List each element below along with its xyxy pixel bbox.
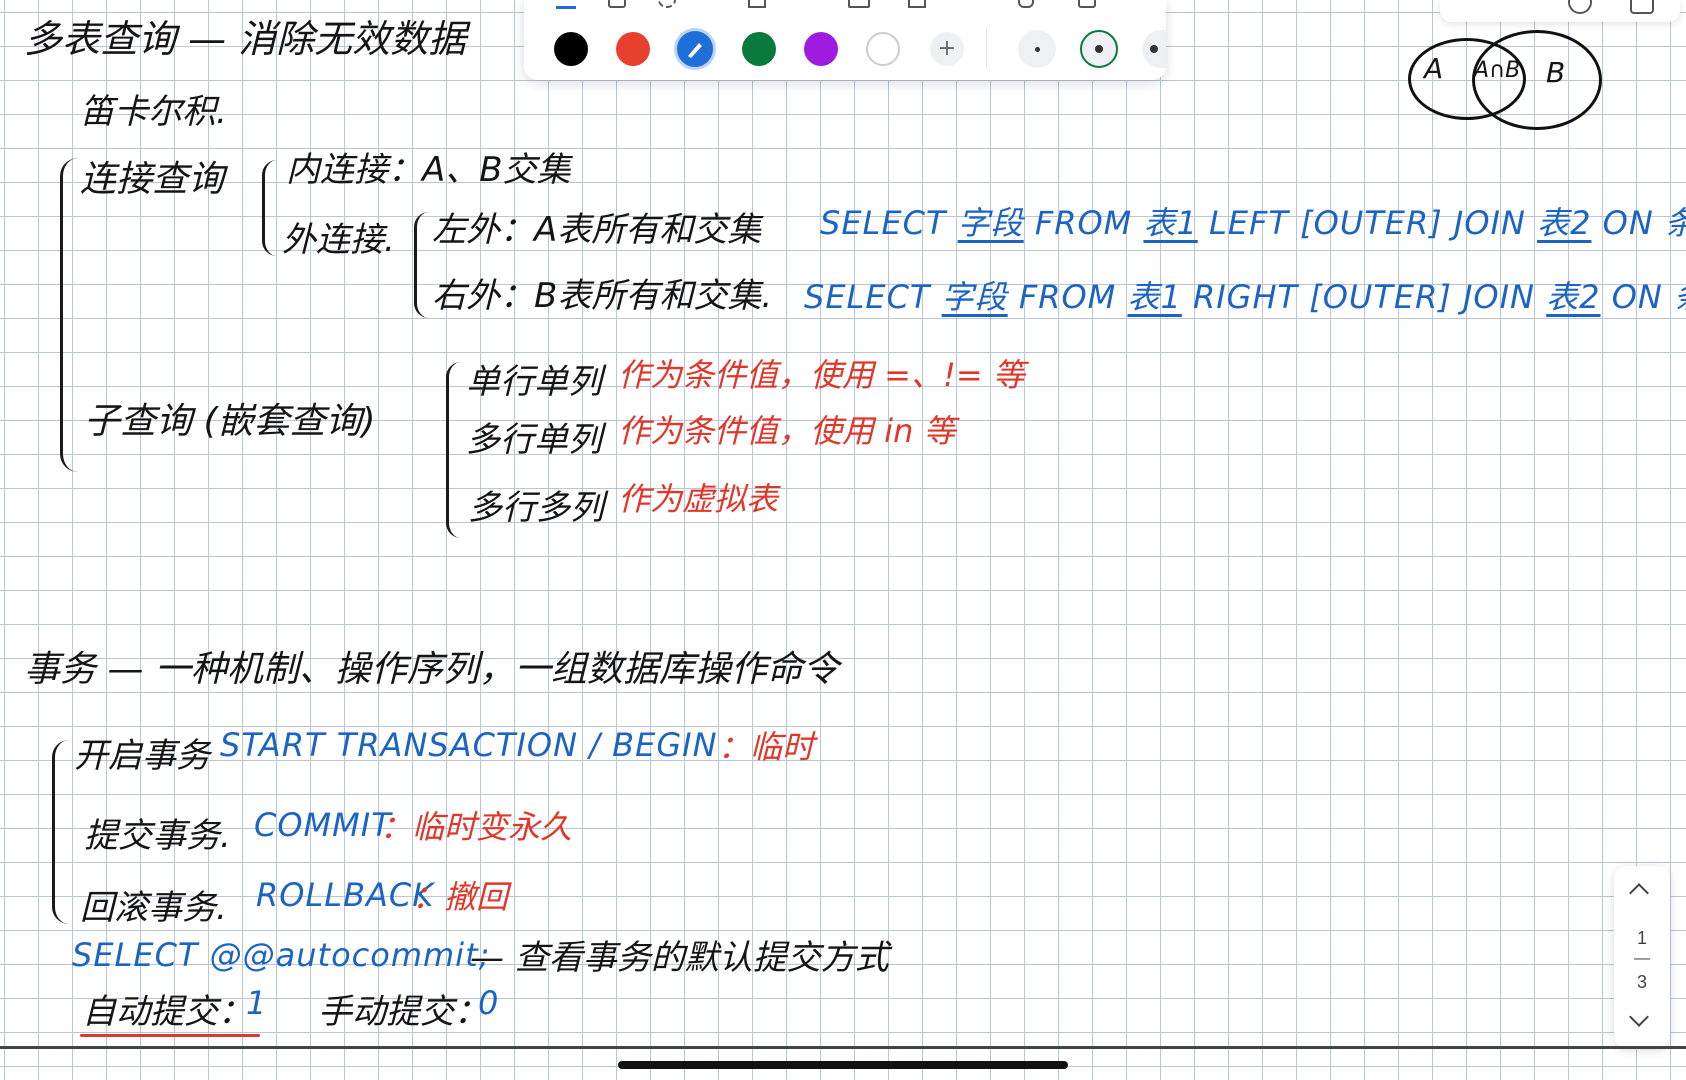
rollback-red: ：撤回 bbox=[412, 878, 509, 916]
start-tx-note: 开启事务 bbox=[74, 736, 210, 776]
shape-tool-icon[interactable] bbox=[748, 0, 766, 8]
start-tx-sql: START TRANSACTION / BEGIN bbox=[220, 726, 718, 764]
join-query-note: 连接查询 bbox=[80, 159, 225, 200]
auto-commit-label: 自动提交： bbox=[82, 992, 252, 1032]
sql-left-field: 字段 bbox=[957, 204, 1024, 242]
rollback-sql: ROLLBACK bbox=[256, 876, 435, 914]
venn-label-a: A bbox=[1424, 52, 1444, 85]
lasso-tool-icon[interactable] bbox=[658, 0, 676, 8]
home-indicator[interactable] bbox=[618, 1061, 1068, 1069]
color-black-swatch[interactable] bbox=[554, 32, 588, 66]
close-icon[interactable] bbox=[1630, 0, 1654, 14]
sql-right-select: SELECT bbox=[804, 278, 931, 316]
thick-stroke-button[interactable] bbox=[1142, 30, 1166, 68]
thin-stroke-button[interactable] bbox=[1018, 30, 1056, 68]
commit-sql: COMMIT bbox=[254, 806, 392, 844]
commit-tx-note: 提交事务. bbox=[84, 816, 231, 856]
sub-multicol-note: 多行多列 bbox=[468, 488, 604, 528]
sql-right-join-kw: RIGHT [OUTER] JOIN bbox=[1192, 278, 1535, 316]
add-color-button[interactable]: + bbox=[930, 32, 964, 66]
outer-brace bbox=[414, 212, 429, 318]
inner-join-note: 内连接：A、B交集 bbox=[286, 150, 571, 190]
pen-icon bbox=[688, 43, 702, 58]
color-green-swatch[interactable] bbox=[742, 32, 776, 66]
text-tool-icon[interactable] bbox=[908, 0, 926, 8]
pen-toolbar: + bbox=[524, 0, 1166, 80]
thin-stroke-dot bbox=[1034, 46, 1040, 52]
page-navigator: 1 — 3 bbox=[1614, 866, 1670, 1048]
sub-single-note: 单行单列 bbox=[466, 362, 602, 402]
eraser-tool-icon[interactable] bbox=[608, 0, 626, 8]
color-red-swatch[interactable] bbox=[616, 32, 650, 66]
sql-left-on: ON 条件 bbox=[1602, 204, 1686, 242]
sql-right-join: SELECT 字段 FROM 表1 RIGHT [OUTER] JOIN 表2 … bbox=[804, 272, 1686, 318]
title-note: 多表查询 — 消除无效数据 bbox=[24, 17, 467, 61]
auto-commit-value: 1 bbox=[246, 984, 268, 1022]
sub-single-red: 作为条件值，使用 =、!= 等 bbox=[618, 356, 1025, 394]
sub-multi-red: 作为条件值，使用 in 等 bbox=[618, 412, 956, 450]
sql-left-select: SELECT bbox=[820, 204, 947, 242]
sql-right-on: ON 条件 bbox=[1611, 278, 1686, 316]
start-tx-red: ：临时 bbox=[718, 728, 815, 766]
sql-right-t2: 表2 bbox=[1546, 278, 1601, 316]
color-blue-swatch-selected[interactable] bbox=[674, 28, 716, 70]
venn-label-ab: A∩B bbox=[1474, 58, 1521, 83]
toolbar-divider bbox=[986, 28, 987, 68]
image-tool-icon[interactable] bbox=[848, 0, 870, 8]
top-right-controls bbox=[1440, 0, 1680, 22]
toolbar-top-tools bbox=[548, 0, 1108, 9]
auto-commit-underline bbox=[80, 1034, 260, 1037]
page-bottom-divider bbox=[0, 1046, 1686, 1049]
autocommit-note: — 查看事务的默认提交方式 bbox=[470, 938, 889, 978]
current-page: 1 bbox=[1636, 928, 1647, 948]
total-pages: 3 bbox=[1636, 972, 1647, 992]
undo-icon[interactable] bbox=[1568, 0, 1592, 14]
sub-multicol-red: 作为虚拟表 bbox=[618, 480, 779, 518]
sql-right-t1: 表1 bbox=[1127, 278, 1182, 316]
manual-commit-value: 0 bbox=[478, 984, 500, 1022]
sql-right-field: 字段 bbox=[941, 278, 1008, 316]
commit-red: ：临时变永久 bbox=[380, 808, 573, 846]
transaction-brace bbox=[52, 740, 69, 924]
right-outer-note: 右外：B表所有和交集. bbox=[432, 276, 773, 316]
thick-stroke-dot bbox=[1150, 45, 1158, 53]
join-brace bbox=[262, 160, 277, 256]
page-up-chevron-icon[interactable] bbox=[1629, 883, 1649, 903]
transaction-note: 事务 — 一种机制、操作序列，一组数据库操作命令 bbox=[24, 649, 839, 690]
left-outer-note: 左外：A表所有和交集 bbox=[432, 210, 762, 250]
subquery-brace bbox=[446, 362, 461, 538]
manual-commit-label: 手动提交： bbox=[318, 992, 488, 1032]
color-white-swatch[interactable] bbox=[866, 32, 900, 66]
more-tool-icon[interactable] bbox=[1078, 0, 1096, 8]
subquery-note: 子查询 (嵌套查询) bbox=[84, 401, 376, 442]
sql-left-t1: 表1 bbox=[1143, 204, 1198, 242]
cartesian-note: 笛卡尔积. bbox=[80, 92, 227, 132]
autocommit-sql: SELECT @@autocommit; bbox=[72, 936, 491, 974]
medium-stroke-button-selected[interactable] bbox=[1080, 30, 1118, 68]
main-brace bbox=[60, 158, 79, 472]
sub-multi-note: 多行单列 bbox=[466, 420, 602, 460]
venn-label-b: B bbox=[1546, 56, 1566, 89]
pen-tool-icon[interactable] bbox=[556, 0, 576, 9]
mic-tool-icon[interactable] bbox=[1018, 0, 1034, 8]
sql-left-join-kw: LEFT [OUTER] JOIN bbox=[1208, 204, 1526, 242]
sql-right-from: FROM bbox=[1018, 278, 1117, 316]
rollback-tx-note: 回滚事务. bbox=[80, 888, 227, 928]
outer-join-note: 外连接. bbox=[282, 220, 395, 260]
sql-left-from: FROM bbox=[1034, 204, 1133, 242]
color-purple-swatch[interactable] bbox=[804, 32, 838, 66]
medium-stroke-dot bbox=[1095, 45, 1103, 53]
sql-left-t2: 表2 bbox=[1537, 204, 1592, 242]
page-down-chevron-icon[interactable] bbox=[1629, 1007, 1649, 1027]
page-separator: — bbox=[1634, 950, 1650, 967]
sql-left-join: SELECT 字段 FROM 表1 LEFT [OUTER] JOIN 表2 O… bbox=[820, 198, 1686, 244]
